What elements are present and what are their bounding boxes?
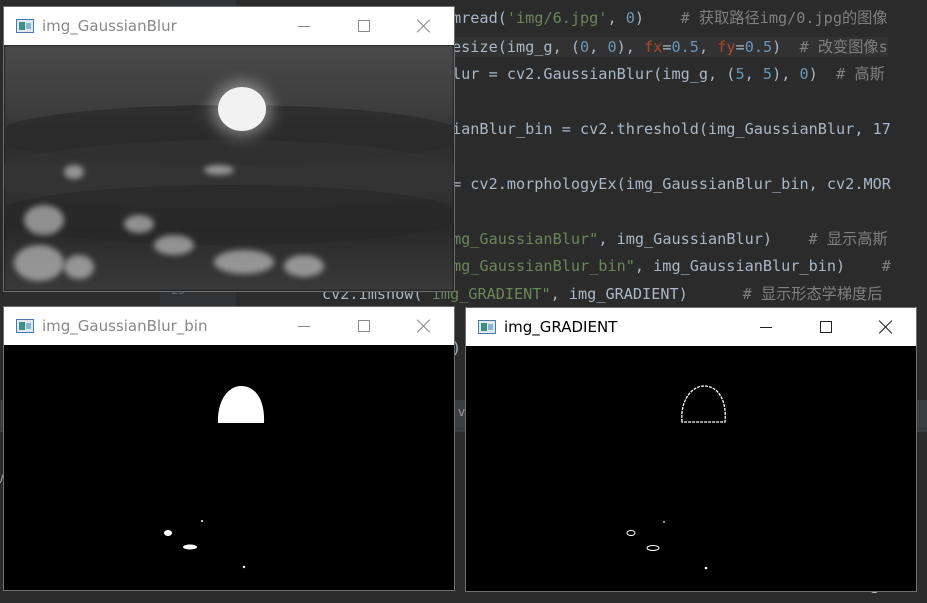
code-token: , img_GRADIENT) [550,285,743,303]
sun-outline [681,385,726,423]
window-gaussian-blur[interactable]: img_GaussianBlur [4,7,454,291]
code-token: esize(img_g, ( [452,38,581,56]
code-token: 'img/6.jpg' [506,9,608,27]
code-token: # 显示形态学梯度后 [742,285,883,303]
code-token: lur = cv2.GaussianBlur(img_g, ( [452,65,736,83]
code-token: , [698,38,718,56]
minimize-icon [760,326,772,328]
titlebar[interactable]: img_GaussianBlur_bin [4,307,454,345]
maximize-icon [358,20,370,32]
minimize-icon [298,325,310,327]
code-token: # 改变图像s [799,38,888,56]
code-line[interactable]: lur = cv2.GaussianBlur(img_g, (5, 5), 0)… [452,64,885,84]
code-token: 5 [735,65,745,83]
window-gaussian-blur-bin[interactable]: img_GaussianBlur_bin [4,307,454,590]
code-token: , img_GaussianBlur) [598,230,809,248]
code-token: # 获取路径img/0.jpg的图像 [680,9,888,27]
code-line[interactable]: = cv2.morphologyEx(img_GaussianBlur_bin,… [452,174,891,194]
window-title: img_GRADIENT [504,318,618,336]
maximize-button[interactable] [796,308,856,346]
code-token: fy [717,38,736,56]
titlebar[interactable]: img_GRADIENT [466,308,916,346]
close-button[interactable] [856,308,916,346]
titlebar[interactable]: img_GaussianBlur [4,7,454,45]
close-icon [879,320,893,334]
code-token: ), [772,65,800,83]
minimize-button[interactable] [736,308,796,346]
close-icon [417,319,431,333]
sun-region [217,386,265,423]
bottom-tab-fragment[interactable]: v [458,405,465,419]
close-icon [417,19,431,33]
code-line[interactable]: mread('img/6.jpg', 0) # 获取路径img/0.jpg的图像 [452,8,888,28]
code-token: 0.5 [744,38,773,56]
maximize-button[interactable] [334,307,394,345]
code-token: , img_GaussianBlur_bin) [634,257,882,275]
code-token: , [589,38,608,56]
code-token: ) [634,9,681,27]
close-button[interactable] [394,7,454,45]
code-token: = cv2.morphologyEx(img_GaussianBlur_bin,… [452,175,891,193]
code-token: = [662,38,672,56]
image-gradient [466,346,916,591]
code-token: ) [808,65,837,83]
code-line[interactable]: esize(img_g, (0, 0), fx=0.5, fy=0.5) # 改… [452,37,888,57]
code-token: , [744,65,763,83]
code-token: 0.5 [671,38,699,56]
opencv-window-icon [478,320,496,334]
minimize-button[interactable] [274,307,334,345]
code-token: 0 [580,38,590,56]
window-title: img_GaussianBlur_bin [42,317,208,335]
code-token: mg_GaussianBlur_bin" [452,257,635,275]
code-token: 0 [799,65,809,83]
code-token: = [735,38,745,56]
opencv-window-icon [16,319,34,333]
maximize-icon [820,321,832,333]
code-token: # 高斯 [836,65,885,83]
code-token: 5 [762,65,773,83]
code-token: fx [644,38,663,56]
code-token: mread( [452,9,507,27]
code-line[interactable]: mg_GaussianBlur", img_GaussianBlur) # 显示… [452,229,888,249]
maximize-icon [358,320,370,332]
code-token: ianBlur_bin = cv2.threshold(img_Gaussian… [452,120,891,138]
code-token: ), [616,38,645,56]
code-token: , [607,9,626,27]
image-binary [4,345,454,590]
window-title: img_GaussianBlur [42,17,177,35]
sun-blob [218,87,266,131]
code-token: mg_GaussianBlur" [452,230,599,248]
window-gradient[interactable]: img_GRADIENT [466,308,916,591]
image-gaussian-blur [4,45,454,291]
code-token: ) [772,38,800,56]
minimize-button[interactable] [274,7,334,45]
close-button[interactable] [394,307,454,345]
maximize-button[interactable] [334,7,394,45]
code-token: 0 [625,9,635,27]
code-line[interactable]: mg_GaussianBlur_bin", img_GaussianBlur_b… [452,256,891,276]
code-token: # [881,257,891,275]
opencv-window-icon [16,19,34,33]
code-token: 0 [607,38,617,56]
code-token: # 显示高斯 [808,230,888,248]
minimize-icon [298,25,310,27]
code-line[interactable]: ianBlur_bin = cv2.threshold(img_Gaussian… [452,119,891,139]
